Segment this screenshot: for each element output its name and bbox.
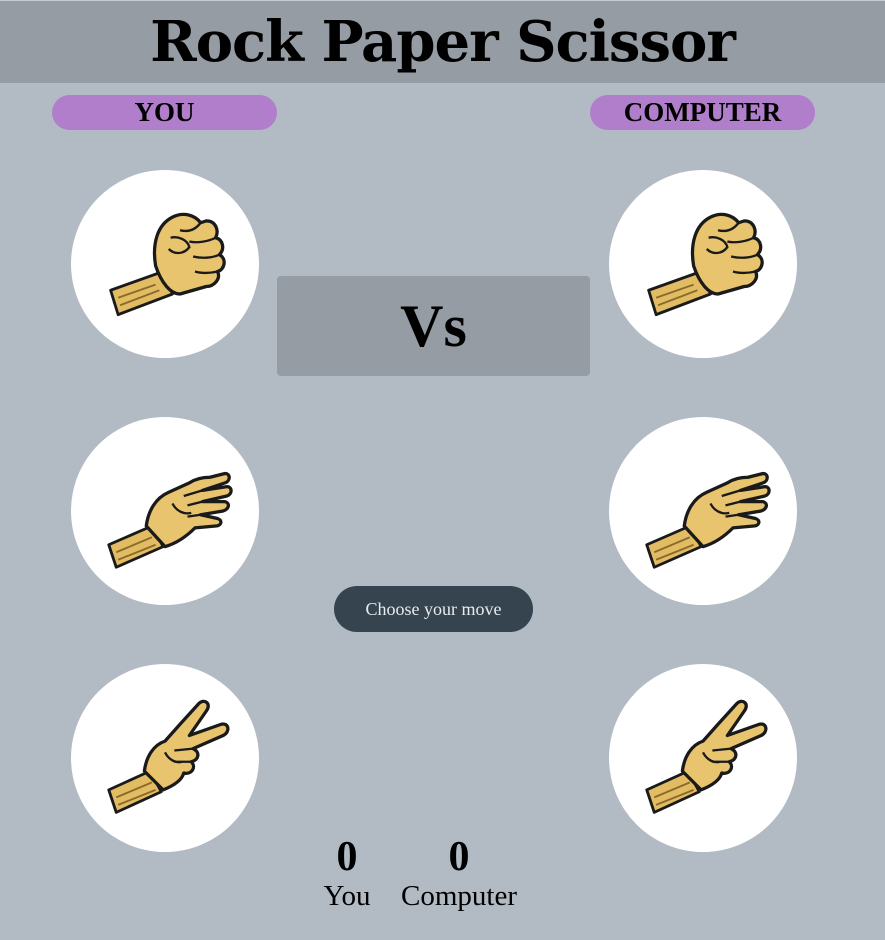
computer-rock-option xyxy=(609,170,797,358)
status-message: Choose your move xyxy=(334,586,533,632)
rock-fist-icon xyxy=(646,212,764,317)
you-score: 0 You xyxy=(312,832,382,914)
paper-hand-icon xyxy=(107,471,233,569)
header-bar: Rock Paper Scissor xyxy=(0,0,885,83)
computer-scissor-option xyxy=(609,664,797,852)
computer-score: 0 Computer xyxy=(390,832,528,914)
you-score-label: You xyxy=(323,880,371,912)
rock-fist-icon xyxy=(108,212,226,317)
computer-label-pill: COMPUTER xyxy=(590,95,815,130)
you-score-value: 0 xyxy=(336,834,358,880)
scissor-hand-icon xyxy=(107,699,230,815)
computer-score-label: Computer xyxy=(401,880,517,912)
game-title: Rock Paper Scissor xyxy=(150,9,736,75)
you-label-pill: YOU xyxy=(52,95,277,130)
scissor-hand-icon xyxy=(645,699,768,815)
player-scissor-button[interactable] xyxy=(71,664,259,852)
versus-panel: Vs xyxy=(277,276,590,376)
player-paper-button[interactable] xyxy=(71,417,259,605)
computer-paper-option xyxy=(609,417,797,605)
player-rock-button[interactable] xyxy=(71,170,259,358)
computer-score-value: 0 xyxy=(448,834,470,880)
paper-hand-icon xyxy=(645,471,771,569)
